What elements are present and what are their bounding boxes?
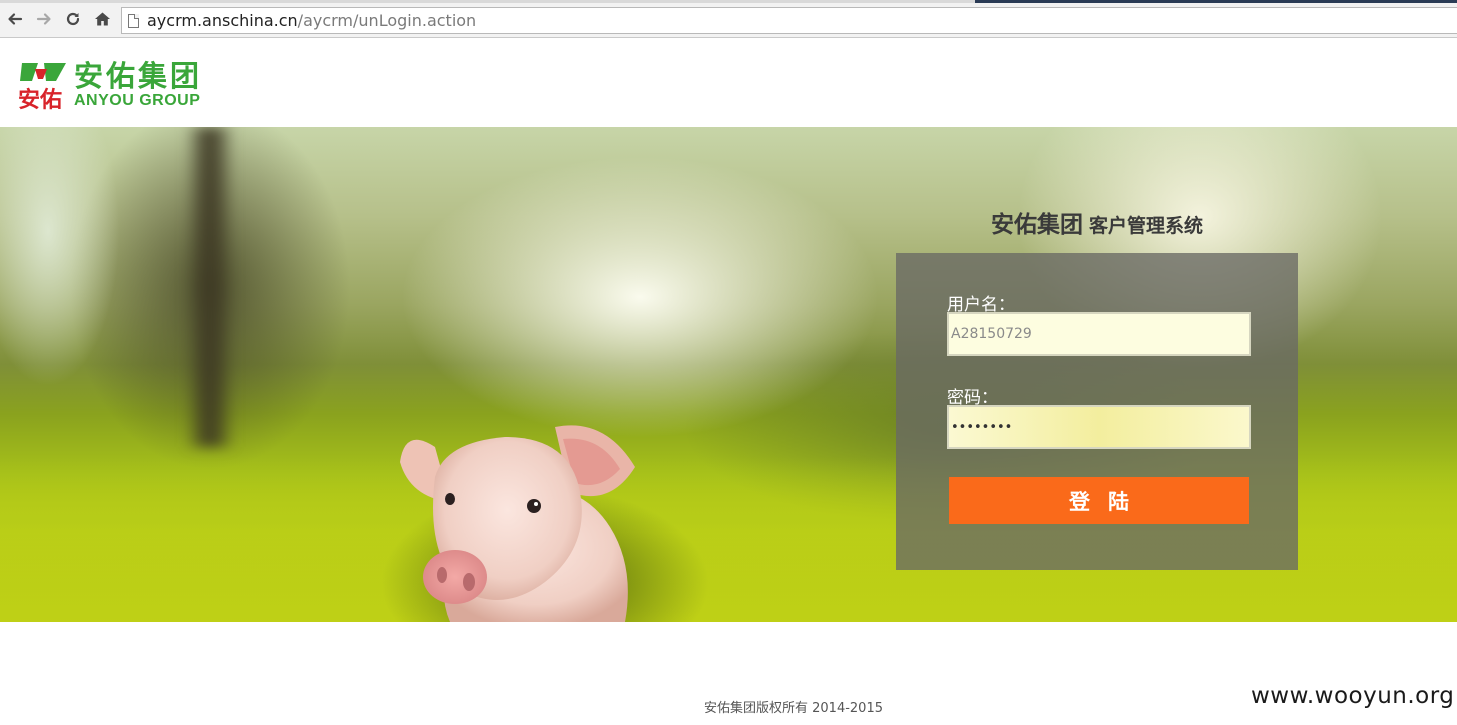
login-title-sub: 客户管理系统 <box>1088 215 1203 237</box>
login-title: 安佑集团 客户管理系统 <box>896 205 1298 239</box>
login-button[interactable]: 登陆 <box>949 477 1249 524</box>
logo-english-name: ANYOU GROUP <box>74 91 201 109</box>
login-title-main: 安佑集团 <box>990 212 1083 238</box>
watermark-text: www.wooyun.org <box>1251 683 1455 709</box>
address-bar[interactable]: aycrm.anschina.cn/aycrm/unLogin.action <box>121 7 1457 34</box>
reload-button[interactable] <box>63 9 83 29</box>
reload-icon <box>66 12 80 26</box>
arrow-right-icon <box>36 13 51 25</box>
page-icon <box>128 13 139 28</box>
login-panel: 用户名： A28150729 密码： •••••••• 登陆 <box>896 253 1298 570</box>
tab-strip <box>0 0 1457 3</box>
logo-chinese-name: 安佑集团 <box>74 58 203 93</box>
piglet-image <box>400 425 635 622</box>
home-icon <box>94 12 110 26</box>
company-logo: 安佑 安佑集团 ANYOU GROUP <box>16 57 203 113</box>
forward-button[interactable] <box>34 9 54 29</box>
footer: 安佑集团版权所有 2014-2015 <box>0 697 1457 717</box>
url-host: aycrm.anschina.cn <box>147 11 298 30</box>
url-path: /aycrm/unLogin.action <box>297 11 477 30</box>
username-input[interactable]: A28150729 <box>947 312 1251 356</box>
back-button[interactable] <box>5 9 25 29</box>
copyright-text: 安佑集团版权所有 2014-2015 <box>704 701 883 716</box>
home-button[interactable] <box>92 9 112 29</box>
browser-toolbar: aycrm.anschina.cn/aycrm/unLogin.action <box>0 0 1457 38</box>
password-input[interactable]: •••••••• <box>947 405 1251 449</box>
arrow-left-icon <box>8 13 23 25</box>
anyou-logo-icon: 安佑 <box>16 59 68 113</box>
svg-text:安佑: 安佑 <box>18 87 62 111</box>
